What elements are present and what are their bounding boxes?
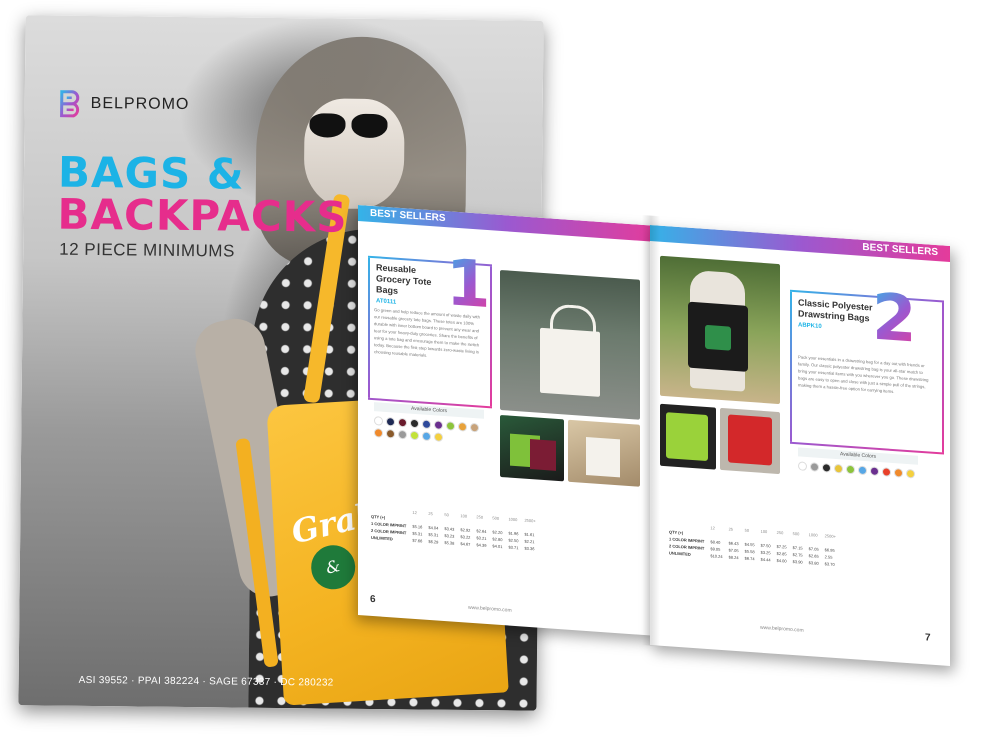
pricing-cell: $7.66 (412, 537, 423, 544)
cover-title: BAGS & BACKPACKS (57, 148, 348, 242)
color-swatch (398, 429, 407, 440)
tote-photo-green (500, 414, 564, 482)
belpromo-logo-icon (59, 90, 83, 118)
color-swatch (906, 468, 915, 479)
catalog-spread: BEST SELLERS Reusable Grocery Tote Bags … (350, 195, 990, 670)
color-swatch (870, 466, 879, 477)
color-swatch (846, 464, 855, 475)
color-swatch (374, 416, 383, 426)
maroon-tote-bag (530, 439, 556, 471)
cover-title-line: BACKPACKS (57, 189, 348, 242)
page-number: 6 (370, 593, 376, 606)
product-description: Go green and help reduce the amount of w… (374, 307, 480, 358)
pricing-cell: $4.00 (776, 557, 787, 564)
color-swatch (398, 417, 407, 428)
cover-subtitle: 12 PIECE MINIMUMS (59, 239, 235, 261)
backpack-photo-green (660, 403, 716, 470)
color-swatch (422, 419, 431, 430)
pricing-cell: $3.71 (508, 544, 519, 551)
page-right: BEST SELLERS Classic Polyester Drawstrin… (650, 225, 950, 666)
product-name: Reusable Grocery Tote Bags (376, 262, 432, 296)
product-heading: Classic Polyester Drawstring Bags ABPK10 (798, 297, 878, 334)
brand-logo: BELPROMO (59, 90, 190, 119)
pricing-cell: $5.38 (444, 540, 455, 546)
color-swatch (410, 418, 419, 429)
tote-photo-market (568, 419, 640, 487)
color-swatch (798, 461, 807, 471)
white-tote-bag (586, 436, 620, 478)
pricing-table: 12 25 50 100 250 500 1000 2500+ QTY (+) 1 COLOR I… (666, 521, 839, 568)
spine-shadow (642, 215, 660, 647)
backpack-photo-red (720, 407, 780, 475)
color-swatch (810, 462, 819, 472)
best-sellers-banner: BEST SELLERS (862, 241, 938, 259)
color-swatch (434, 420, 443, 430)
rank-number: 2 (872, 280, 917, 358)
pricing-cell: $4.44 (760, 556, 771, 563)
page-number: 7 (925, 632, 931, 644)
color-swatch (410, 430, 419, 441)
color-swatch (858, 465, 867, 476)
rank-number: 1 (446, 246, 491, 324)
pricing-cell: $6.74 (744, 555, 755, 562)
product-heading: Reusable Grocery Tote Bags AT0111 (376, 262, 436, 308)
footer-url: www.belpromo.com (760, 624, 804, 634)
color-swatch (882, 467, 891, 477)
color-swatch (822, 463, 831, 473)
page-left: BEST SELLERS Reusable Grocery Tote Bags … (358, 205, 658, 636)
pricing-cell: $8.24 (728, 554, 739, 561)
product-name: Classic Polyester Drawstring Bags (798, 297, 873, 324)
color-swatch (386, 428, 395, 439)
brand-name: BELPROMO (90, 94, 190, 114)
pricing-cell: $4.67 (460, 541, 471, 547)
color-swatches (374, 416, 484, 445)
color-swatch (894, 468, 903, 478)
bag-logo-icon (705, 324, 731, 351)
tote-handles (550, 303, 596, 340)
color-swatch (374, 428, 383, 438)
color-swatch (470, 422, 479, 433)
backpack-photo (660, 255, 780, 405)
pricing-cell: $3.70 (824, 561, 835, 567)
pricing-cell: $4.01 (492, 543, 503, 550)
pricing-cell: $10.24 (710, 553, 723, 560)
tote-photo (500, 269, 640, 420)
color-swatch (422, 431, 431, 442)
color-swatch (834, 463, 843, 474)
color-swatch (458, 421, 467, 432)
footer-url: www.belpromo.com (468, 604, 512, 614)
sunglasses-icon (309, 113, 389, 140)
color-swatch (434, 432, 443, 442)
pricing-cell: $3.36 (524, 545, 535, 552)
color-swatches (798, 461, 918, 479)
color-swatch (386, 416, 395, 427)
best-sellers-banner: BEST SELLERS (370, 207, 446, 225)
pricing-table: 12 25 50 100 250 500 1000 2500+ QTY (+) 1 COLOR I… (368, 506, 539, 553)
red-drawstring-bag (728, 414, 772, 466)
pricing-cell: $4.39 (476, 542, 487, 548)
pricing-cell: $3.90 (792, 558, 803, 565)
green-drawstring-bag (666, 412, 708, 462)
color-swatch (446, 421, 455, 431)
pricing-cell: $3.80 (808, 560, 819, 566)
pricing-cell: $6.29 (428, 538, 439, 545)
